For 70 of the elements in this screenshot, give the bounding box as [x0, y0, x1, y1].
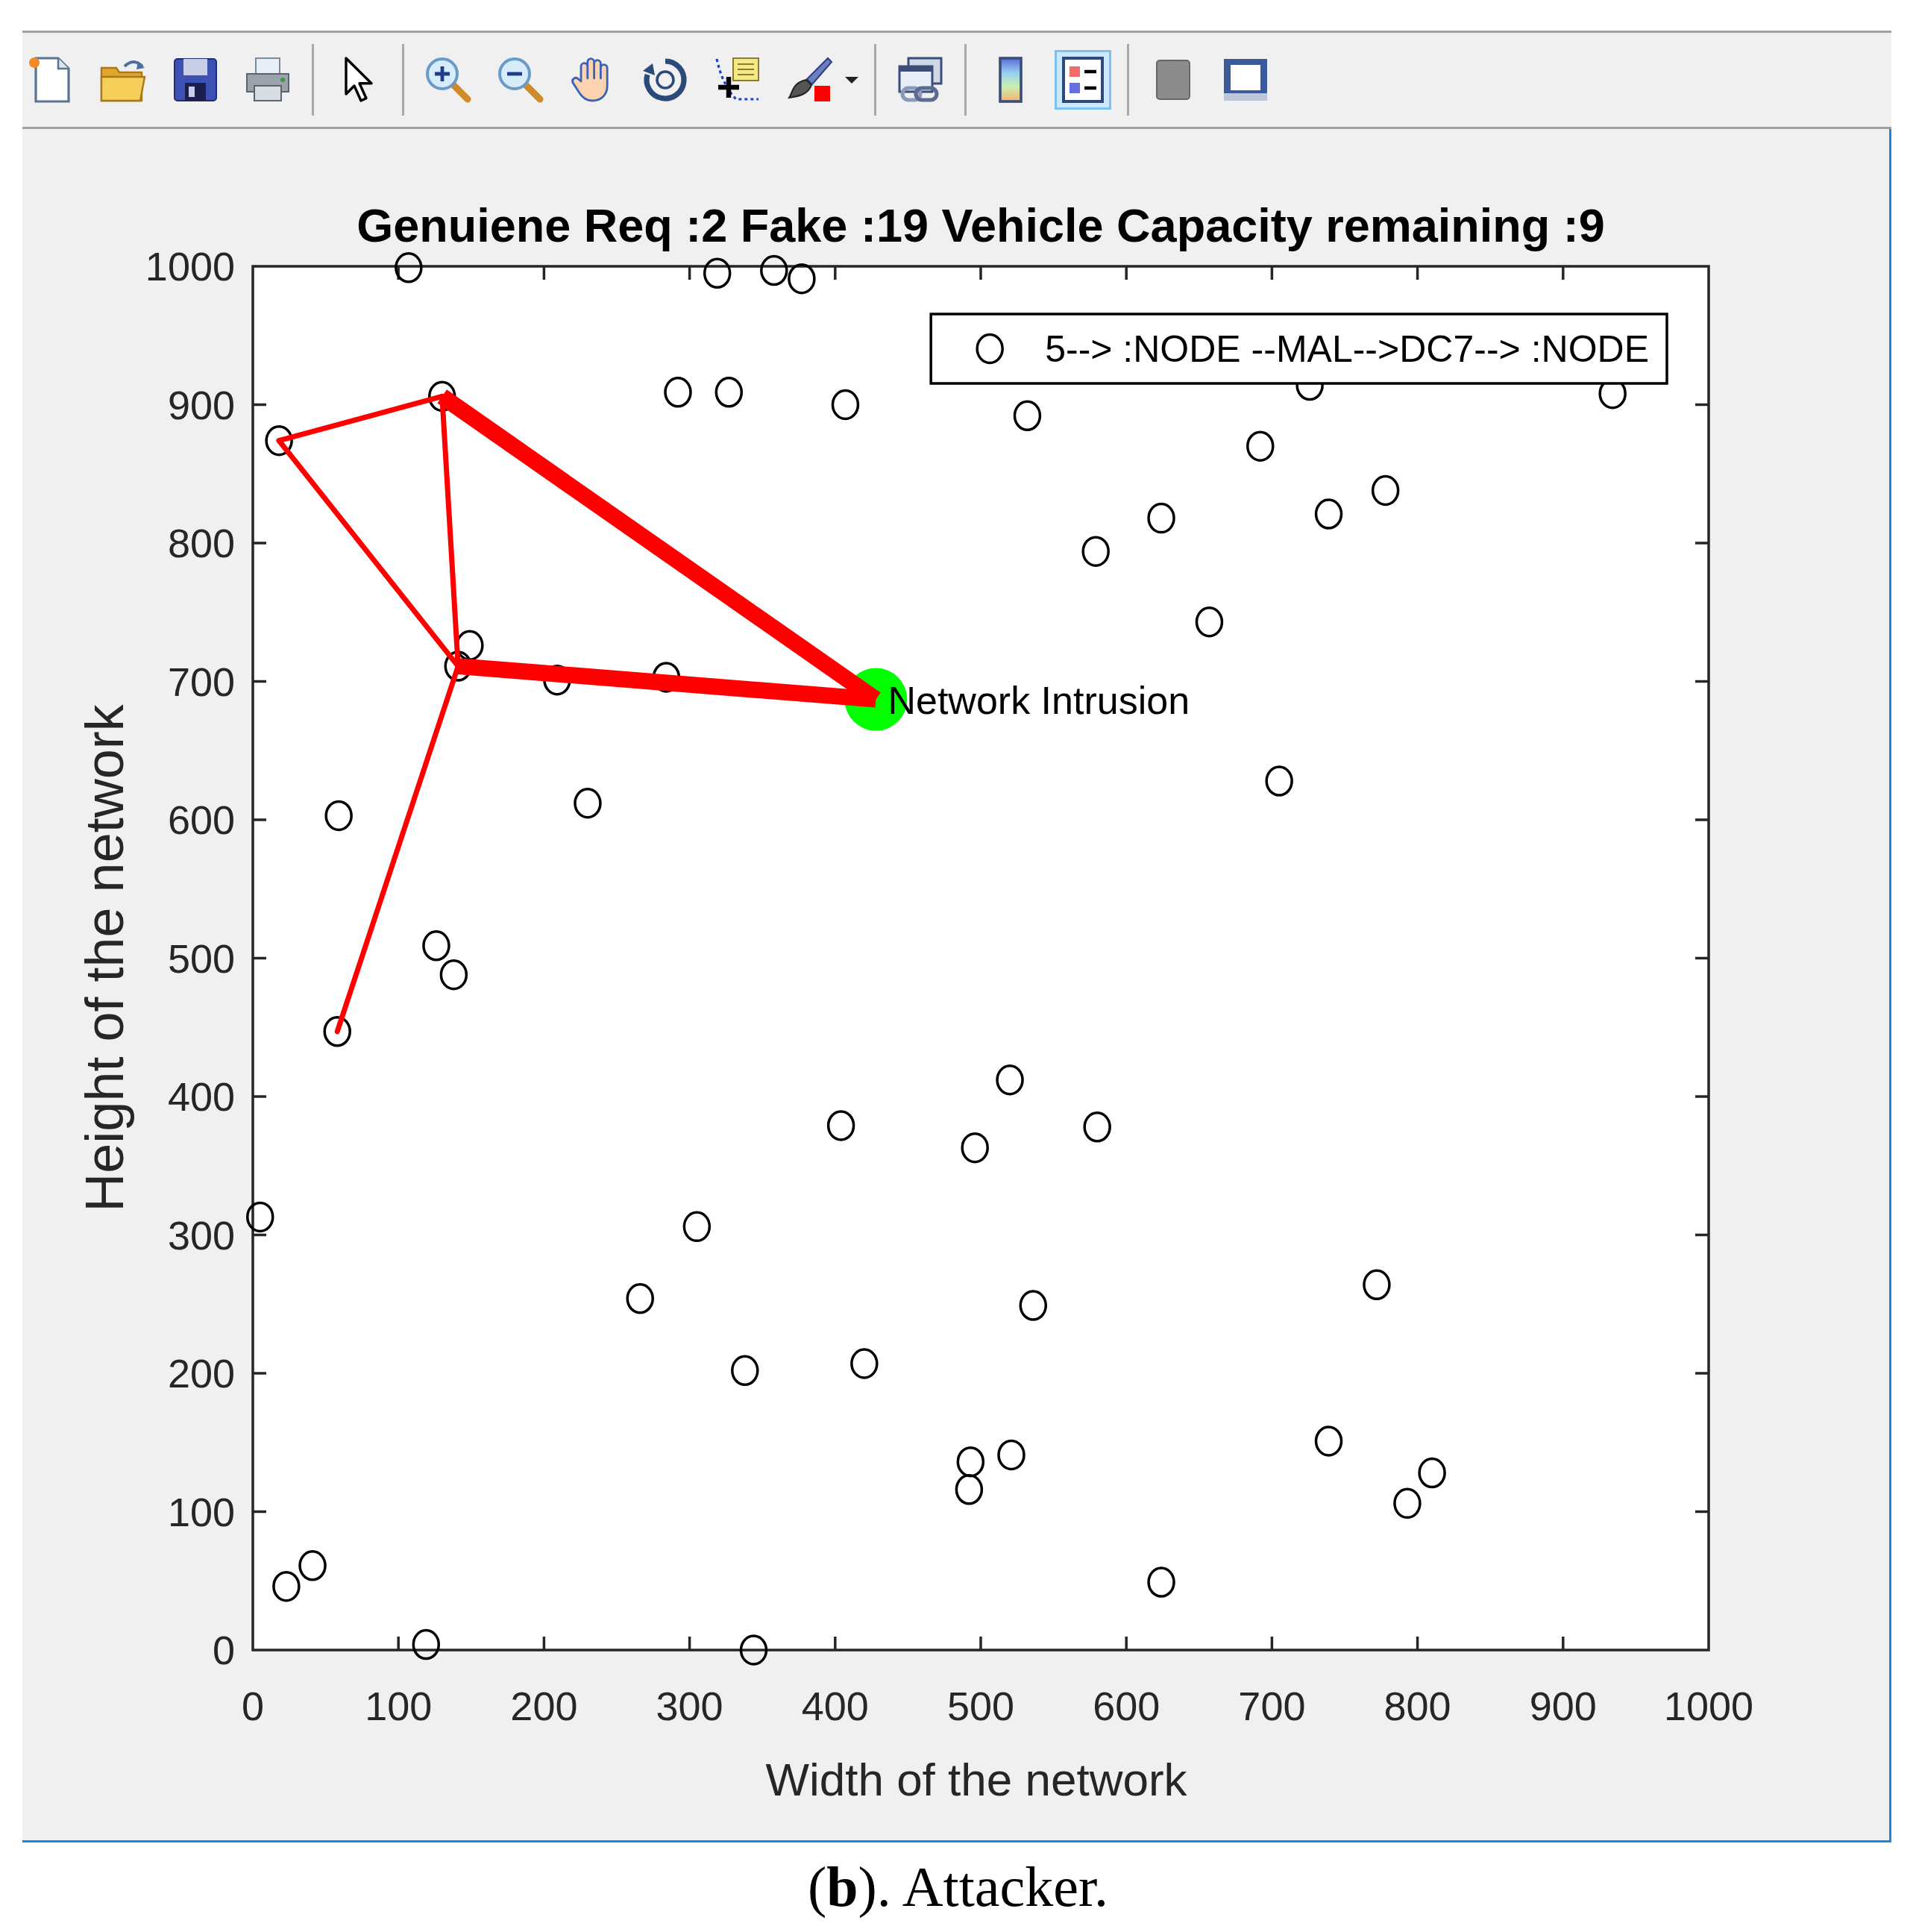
- tick-mark: [253, 680, 266, 683]
- tick-mark: [834, 266, 837, 280]
- caret-icon[interactable]: [845, 76, 858, 84]
- linked-windows-icon[interactable]: [896, 56, 944, 104]
- tick-mark: [253, 1095, 266, 1098]
- y-tick-label: 700: [167, 659, 235, 704]
- zoom-out-icon[interactable]: [497, 56, 544, 104]
- x-tick-label: 300: [656, 1684, 723, 1728]
- tick-mark: [542, 1637, 546, 1650]
- y-axis-label: Height of the network: [75, 704, 134, 1212]
- chart-title: Genuiene Req :2 Fake :19 Vehicle Capacity remaining :9: [356, 199, 1605, 251]
- tick-mark: [1695, 1233, 1709, 1237]
- tick-mark: [253, 818, 266, 821]
- legend-label: 5--> :NODE --MAL-->DC7--> :NODE: [1045, 327, 1649, 370]
- printer-icon[interactable]: [244, 56, 292, 104]
- tick-mark: [1695, 956, 1709, 960]
- x-tick-label: 900: [1529, 1684, 1597, 1728]
- tick-mark: [688, 1637, 691, 1650]
- y-tick-label: 600: [167, 797, 235, 842]
- x-tick-label: 0: [242, 1684, 264, 1728]
- tick-mark: [1695, 1095, 1709, 1098]
- y-tick-label: 1000: [145, 244, 235, 289]
- tick-mark: [397, 266, 400, 280]
- x-tick-label: 1000: [1663, 1684, 1754, 1728]
- zoom-in-icon[interactable]: [424, 56, 472, 104]
- tick-mark: [1416, 1637, 1419, 1650]
- tick-mark: [1270, 1637, 1274, 1650]
- tick-mark: [979, 266, 982, 280]
- tick-mark: [1562, 266, 1565, 280]
- tick-mark: [253, 1233, 266, 1237]
- y-tick-label: 200: [167, 1351, 235, 1396]
- x-tick-label: 500: [946, 1684, 1015, 1728]
- tick-mark: [688, 266, 691, 280]
- y-tick-label: 800: [167, 521, 235, 565]
- tick-mark: [1695, 680, 1709, 683]
- x-tick-label: 400: [801, 1684, 869, 1728]
- tick-mark: [253, 542, 266, 545]
- x-tick-label: 100: [365, 1684, 433, 1728]
- figure-caption: (b). Attacker.: [807, 1855, 1109, 1919]
- y-tick-label: 500: [167, 935, 235, 981]
- tick-mark: [397, 1637, 400, 1650]
- tick-mark: [253, 1510, 266, 1514]
- tick-mark: [1270, 266, 1274, 280]
- tick-mark: [253, 1372, 266, 1375]
- tick-mark: [1695, 403, 1709, 407]
- tick-mark: [1562, 1637, 1565, 1650]
- tick-mark: [1695, 1372, 1709, 1375]
- y-tick-label: 300: [167, 1212, 235, 1258]
- y-tick-label: 100: [167, 1489, 235, 1534]
- tick-mark: [253, 956, 266, 960]
- tick-mark: [1695, 818, 1709, 821]
- x-tick-label: 700: [1238, 1684, 1306, 1728]
- y-tick-label: 0: [212, 1628, 235, 1672]
- y-tick-label: 400: [167, 1074, 235, 1119]
- tick-mark: [1416, 266, 1419, 280]
- tick-mark: [1125, 1637, 1128, 1650]
- x-tick-label: 600: [1093, 1684, 1160, 1728]
- tick-mark: [1125, 266, 1128, 280]
- tick-mark: [979, 1637, 982, 1650]
- tick-mark: [1695, 1510, 1709, 1514]
- x-tick-label: 800: [1383, 1684, 1451, 1728]
- tick-mark: [834, 1637, 837, 1650]
- tick-mark: [1695, 542, 1709, 545]
- brush-icon[interactable]: [786, 56, 834, 104]
- x-axis-label: Width of the network: [765, 1754, 1187, 1805]
- x-tick-label: 200: [510, 1684, 578, 1728]
- tick-mark: [253, 403, 266, 407]
- tick-mark: [542, 266, 546, 280]
- legend-button[interactable]: [1055, 50, 1111, 110]
- y-tick-label: 900: [167, 382, 235, 427]
